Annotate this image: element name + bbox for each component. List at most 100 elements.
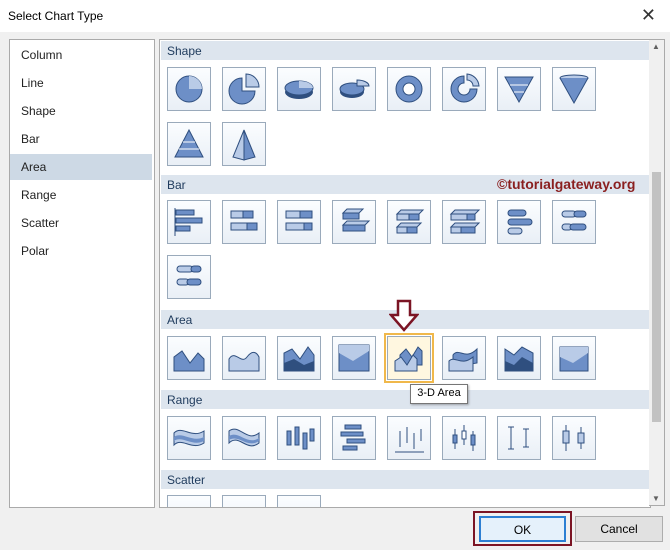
chart-area[interactable] [167, 336, 211, 380]
3d-bar-icon [341, 208, 371, 232]
chart-3d-area[interactable] [384, 333, 434, 383]
chart-exploded-doughnut[interactable] [442, 67, 486, 111]
funnel-icon [504, 76, 534, 104]
chart-stacked-area[interactable] [277, 336, 321, 380]
3d-full-stacked-area-icon [559, 346, 589, 372]
scroll-up-icon[interactable]: ▲ [652, 42, 660, 51]
close-icon[interactable]: ✕ [641, 5, 656, 26]
chart-error-bar[interactable] [497, 416, 541, 460]
category-polar[interactable]: Polar [10, 238, 152, 264]
3d-pyramid-icon [232, 129, 256, 161]
3d-exploded-pie-icon [339, 79, 370, 98]
category-line[interactable]: Line [10, 70, 152, 96]
chart-3d-100-stacked-area[interactable] [552, 336, 596, 380]
cancel-button[interactable]: Cancel [575, 516, 663, 542]
annotation-down-arrow-icon [389, 299, 419, 332]
title-bar: Select Chart Type ✕ [0, 0, 670, 32]
area-chart-icon [173, 350, 205, 372]
scroll-down-icon[interactable]: ▼ [652, 494, 660, 503]
3d-stacked-bar-icon [395, 209, 425, 234]
chart-3d-stacked-area[interactable] [497, 336, 541, 380]
smooth-area-icon [228, 351, 260, 372]
section-label: Range [167, 393, 203, 407]
chart-100-stacked-cylinder-bar[interactable] [167, 255, 211, 299]
section-header-range: Range [161, 389, 649, 409]
tooltip: 3-D Area [410, 384, 468, 404]
3d-smooth-area-icon [448, 347, 478, 372]
scroll-thumb[interactable] [652, 172, 661, 422]
section-label: Scatter [167, 473, 206, 487]
chart-category-list: Column Line Shape Bar Area Range Scatter… [9, 39, 155, 508]
chart-pyramid[interactable] [167, 122, 211, 166]
chart-3d-pie[interactable] [277, 67, 321, 111]
chart-doughnut[interactable] [387, 67, 431, 111]
chart-gallery: Shape Bar ©tutorialgateway.org Area Rang… [159, 39, 651, 508]
range-bar-icon [340, 424, 366, 451]
chart-3d-funnel[interactable] [552, 67, 596, 111]
chart-100-stacked-area[interactable] [332, 336, 376, 380]
chart-pie[interactable] [167, 67, 211, 111]
chart-exploded-pie[interactable] [222, 67, 266, 111]
category-column[interactable]: Column [10, 42, 152, 68]
full-stacked-bar-icon [285, 210, 313, 231]
chart-stacked-bar[interactable] [222, 200, 266, 244]
ok-button[interactable]: OK [479, 516, 566, 542]
error-bar-icon [508, 426, 529, 450]
candlestick-icon [452, 425, 476, 451]
category-area[interactable]: Area [10, 154, 152, 180]
chart-stock[interactable] [277, 416, 321, 460]
chart-smooth-area[interactable] [222, 336, 266, 380]
category-scatter[interactable]: Scatter [10, 210, 152, 236]
full-stacked-area-icon [338, 344, 370, 372]
chart-high-low[interactable] [387, 416, 431, 460]
chart-3d-100-stacked-bar[interactable] [442, 200, 486, 244]
cylinder-bar-icon [507, 209, 533, 235]
box-plot-icon [562, 425, 585, 451]
chart-3d-bar[interactable] [332, 200, 376, 244]
chart-cylinder-bar[interactable] [497, 200, 541, 244]
full-stacked-cylinder-bar-icon [176, 265, 202, 286]
section-header-scatter: Scatter [161, 469, 649, 489]
bar-chart-icon [174, 208, 203, 236]
section-label: Bar [167, 178, 186, 192]
category-bar[interactable]: Bar [10, 126, 152, 152]
chart-range[interactable] [167, 416, 211, 460]
3d-pie-icon [284, 80, 314, 99]
chart-funnel[interactable] [497, 67, 541, 111]
3d-funnel-icon [559, 74, 589, 105]
chart-scatter-bubble[interactable] [222, 495, 266, 507]
watermark: ©tutorialgateway.org [497, 176, 636, 192]
chart-3d-exploded-pie[interactable] [332, 67, 376, 111]
3d-area-icon [394, 346, 423, 372]
section-header-shape: Shape [161, 40, 649, 60]
category-range[interactable]: Range [10, 182, 152, 208]
3d-stacked-area-icon [504, 346, 534, 372]
stacked-cylinder-bar-icon [561, 210, 587, 231]
section-label: Shape [167, 44, 202, 58]
chart-scatter-point[interactable] [167, 495, 211, 507]
range-chart-icon [173, 429, 205, 447]
chart-candlestick[interactable] [442, 416, 486, 460]
chart-3d-pyramid[interactable] [222, 122, 266, 166]
chart-smooth-range[interactable] [222, 416, 266, 460]
section-label: Area [167, 313, 193, 327]
stacked-area-icon [283, 346, 315, 372]
stock-chart-icon [286, 426, 315, 450]
stacked-bar-icon [230, 210, 258, 231]
chart-100-stacked-bar[interactable] [277, 200, 321, 244]
exploded-doughnut-icon [450, 73, 480, 103]
category-shape[interactable]: Shape [10, 98, 152, 124]
high-low-icon [395, 427, 424, 453]
pie-chart-icon [175, 75, 203, 103]
window-title: Select Chart Type [8, 9, 104, 23]
chart-range-bar[interactable] [332, 416, 376, 460]
chart-stacked-cylinder-bar[interactable] [552, 200, 596, 244]
chart-3d-stacked-bar[interactable] [387, 200, 431, 244]
chart-bar[interactable] [167, 200, 211, 244]
exploded-pie-icon [228, 73, 260, 105]
gallery-scrollbar[interactable]: ▲ ▼ [649, 39, 665, 506]
chart-scatter-3d-bubble[interactable] [277, 495, 321, 507]
chart-box-plot[interactable] [552, 416, 596, 460]
doughnut-icon [395, 75, 423, 103]
chart-3d-smooth-area[interactable] [442, 336, 486, 380]
